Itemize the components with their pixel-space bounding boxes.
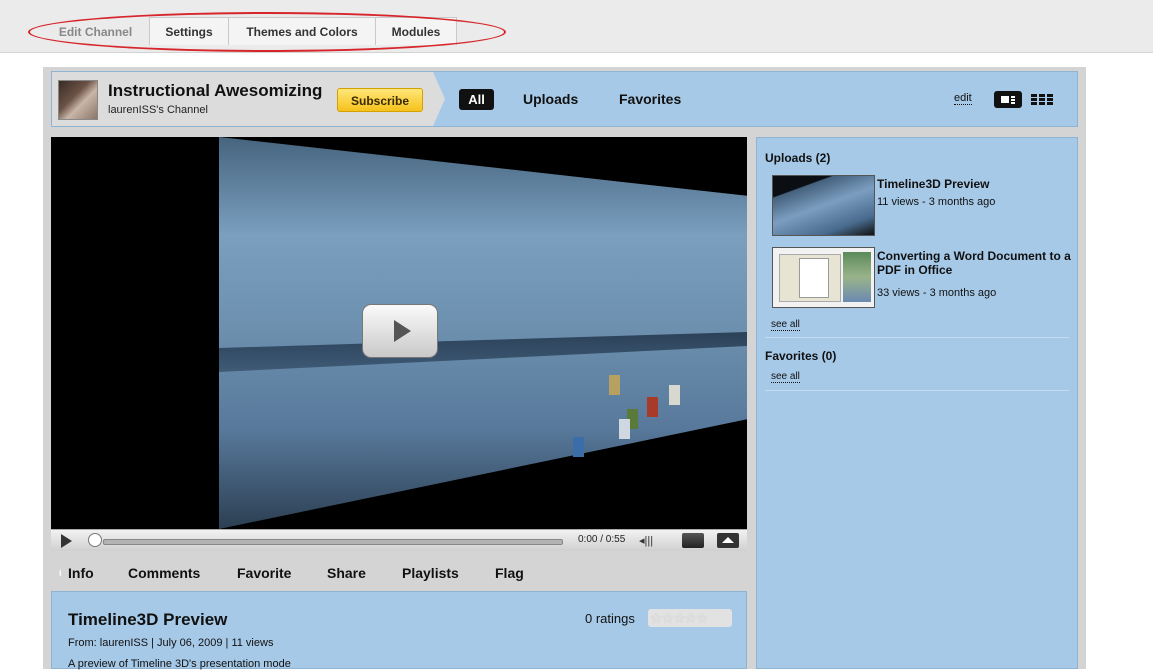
uploads-see-all-link[interactable]: see all xyxy=(771,319,800,331)
tab-themes-and-colors[interactable]: Themes and Colors xyxy=(228,17,376,45)
edit-link[interactable]: edit xyxy=(954,92,972,105)
nav-uploads[interactable]: Uploads xyxy=(523,91,578,107)
favorites-heading: Favorites (0) xyxy=(765,349,837,363)
channel-title[interactable]: Instructional Awesomizing xyxy=(108,81,322,101)
video-player[interactable] xyxy=(51,137,747,529)
tab-playlists[interactable]: Playlists xyxy=(402,565,459,581)
upload-title[interactable]: Timeline3D Preview xyxy=(877,177,1077,191)
resize-icon[interactable] xyxy=(682,533,704,548)
tab-settings[interactable]: Settings xyxy=(149,17,229,45)
info-icon: i xyxy=(59,568,62,578)
avatar[interactable] xyxy=(58,80,98,120)
video-info-panel: Timeline3D Preview From: laurenISS | Jul… xyxy=(51,591,747,670)
tab-flag[interactable]: Flag xyxy=(495,565,524,581)
divider xyxy=(765,390,1069,391)
favorites-see-all-link[interactable]: see all xyxy=(771,371,800,383)
play-overlay-button[interactable] xyxy=(362,304,438,358)
header-arrow-divider xyxy=(433,72,445,126)
volume-icon[interactable]: ◂||| xyxy=(639,534,653,547)
video-description: A preview of Timeline 3D's presentation … xyxy=(68,658,291,670)
rating-stars[interactable]: ☆☆☆☆☆ xyxy=(648,609,732,627)
divider xyxy=(765,337,1069,338)
play-icon[interactable] xyxy=(61,534,72,548)
channel-info: Instructional Awesomizing laurenISS's Ch… xyxy=(52,72,433,126)
channel-edit-tabbar: Edit Channel Settings Themes and Colors … xyxy=(0,0,1153,53)
seek-bar[interactable] xyxy=(103,539,563,545)
upload-thumbnail[interactable] xyxy=(772,247,875,308)
upload-meta: 33 views - 3 months ago xyxy=(877,287,997,299)
video-title: Timeline3D Preview xyxy=(68,610,228,629)
player-controls: 0:00 / 0:55 ◂||| xyxy=(51,529,747,551)
channel-sidebar: Uploads (2) Timeline3D Preview 11 views … xyxy=(756,137,1078,669)
channel-subtitle: laurenISS's Channel xyxy=(108,104,208,116)
nav-all[interactable]: All xyxy=(459,89,494,110)
uploads-heading: Uploads (2) xyxy=(765,151,831,165)
tab-modules[interactable]: Modules xyxy=(375,17,457,45)
channel-header: Instructional Awesomizing laurenISS's Ch… xyxy=(51,71,1078,127)
tab-favorite[interactable]: Favorite xyxy=(237,565,291,581)
player-view-icon[interactable] xyxy=(994,91,1022,108)
tab-share[interactable]: Share xyxy=(327,565,366,581)
upload-thumbnail[interactable] xyxy=(772,175,875,236)
subscribe-button[interactable]: Subscribe xyxy=(337,88,423,112)
video-tabs: i Info Comments Favorite Share Playlists… xyxy=(51,553,747,591)
tab-info[interactable]: Info xyxy=(68,565,94,581)
nav-favorites[interactable]: Favorites xyxy=(619,91,681,107)
upload-title[interactable]: Converting a Word Document to a PDF in O… xyxy=(877,249,1077,277)
seek-handle[interactable] xyxy=(88,533,102,547)
tab-edit-channel[interactable]: Edit Channel xyxy=(44,17,147,45)
time-display: 0:00 / 0:55 xyxy=(578,534,626,545)
video-meta: From: laurenISS | July 06, 2009 | 11 vie… xyxy=(68,637,274,649)
tab-comments[interactable]: Comments xyxy=(128,565,200,581)
upload-meta: 11 views - 3 months ago xyxy=(877,196,996,208)
grid-view-icon[interactable] xyxy=(1031,92,1054,107)
fullscreen-icon[interactable] xyxy=(717,533,739,548)
video-frame-image xyxy=(219,137,747,529)
ratings-count: 0 ratings xyxy=(585,611,635,626)
